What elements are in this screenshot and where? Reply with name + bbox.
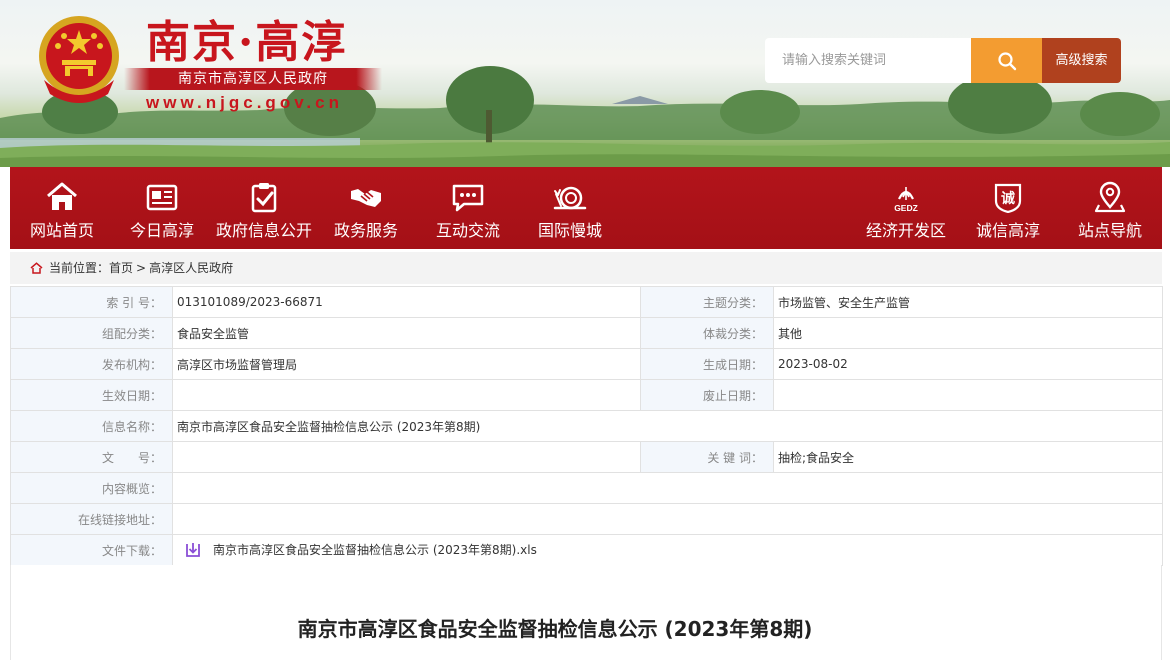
header-banner: 南京·高淳 南京市高淳区人民政府 www.njgc.gov.cn 高级搜索: [0, 0, 1170, 167]
table-row: 生效日期： 废止日期：: [10, 379, 1163, 411]
download-icon[interactable]: [185, 542, 201, 558]
nav-item-dev-zone[interactable]: GEDZ 经济开发区: [854, 167, 958, 249]
summary-value: [172, 472, 1163, 504]
snail-icon: [553, 186, 587, 210]
site-name: 南京·高淳: [146, 17, 348, 68]
search-input[interactable]: [765, 38, 971, 83]
index-no-label: 索 引 号：: [10, 286, 173, 318]
nav-item-today[interactable]: 今日高淳: [110, 167, 214, 249]
nav-item-label: 网站首页: [29, 221, 94, 240]
nav-item-label: 诚信高淳: [975, 221, 1040, 240]
handshake-icon: [351, 189, 381, 207]
table-row: 在线链接地址：: [10, 503, 1163, 535]
nav-item-interaction[interactable]: 互动交流: [416, 167, 520, 249]
expiry-date-label: 废止日期：: [640, 379, 774, 411]
created-date-value: 2023-08-02: [773, 348, 1163, 380]
keywords-value: 抽检;食品安全: [773, 441, 1163, 473]
table-row: 索 引 号： 013101089/2023-66871 主题分类： 市场监管、安…: [10, 286, 1163, 318]
nav-item-gov-info[interactable]: 政府信息公开: [212, 167, 316, 249]
publisher-label: 发布机构：: [10, 348, 173, 380]
breadcrumb-link-district-gov[interactable]: 高淳区人民政府: [149, 261, 233, 275]
info-title-value: 南京市高淳区食品安全监督抽检信息公示 (2023年第8期): [172, 410, 1163, 442]
nav-item-slow-city[interactable]: 国际慢城: [518, 167, 622, 249]
gov-name: 南京市高淳区人民政府: [124, 68, 382, 90]
summary-label: 内容概览：: [10, 472, 173, 504]
download-label: 文件下载：: [10, 534, 173, 566]
gedz-logo-text: GEDZ: [894, 203, 918, 213]
expiry-date-value: [773, 379, 1163, 411]
search-bar: 高级搜索: [765, 38, 1121, 83]
national-emblem-icon: [34, 14, 124, 106]
download-file-link[interactable]: 南京市高淳区食品安全监督抽检信息公示 (2023年第8期).xls: [213, 543, 537, 557]
home-icon: [30, 261, 43, 274]
online-link-value: [172, 503, 1163, 535]
chat-icon: [452, 184, 484, 212]
genre-label: 体裁分类：: [640, 317, 774, 349]
integrity-logo-text: 诚: [1001, 190, 1015, 207]
nav-item-label: 今日高淳: [129, 221, 194, 240]
table-row: 文件下载： 南京市高淳区食品安全监督抽检信息公示 (2023年第8期).xls: [10, 534, 1163, 566]
nav-item-label: 经济开发区: [865, 221, 946, 240]
table-row: 发布机构： 高淳区市场监督管理局 生成日期： 2023-08-02: [10, 348, 1163, 380]
publisher-value: 高淳区市场监督管理局: [172, 348, 641, 380]
main-nav: 网站首页 今日高淳 政府信息公开 政务服务 互动交流 国际慢城 GEDZ 经济开…: [10, 167, 1162, 249]
doc-no-label: 文 号：: [10, 441, 173, 473]
category-value: 食品安全监管: [172, 317, 641, 349]
topic-value: 市场监管、安全生产监管: [773, 286, 1163, 318]
search-button[interactable]: [971, 38, 1042, 83]
nav-item-label: 政务服务: [333, 221, 398, 240]
effective-date-value: [172, 379, 641, 411]
breadcrumb-link-home[interactable]: 首页: [109, 261, 133, 275]
advanced-search-button[interactable]: 高级搜索: [1042, 38, 1121, 83]
category-label: 组配分类：: [10, 317, 173, 349]
nav-item-label: 站点导航: [1077, 221, 1142, 240]
nav-item-services[interactable]: 政务服务: [314, 167, 418, 249]
doc-no-value: [172, 441, 641, 473]
checklist-icon: [251, 183, 277, 213]
effective-date-label: 生效日期：: [10, 379, 173, 411]
keywords-label: 关 键 词：: [640, 441, 774, 473]
breadcrumb: 当前位置：首页 > 高淳区人民政府: [10, 252, 1162, 284]
created-date-label: 生成日期：: [640, 348, 774, 380]
nav-item-label: 政府信息公开: [215, 221, 312, 240]
online-link-label: 在线链接地址：: [10, 503, 173, 535]
nav-item-home[interactable]: 网站首页: [10, 167, 114, 249]
breadcrumb-separator: >: [136, 261, 147, 275]
integrity-icon: 诚: [994, 183, 1022, 213]
article-title: 南京市高淳区食品安全监督抽检信息公示 (2023年第8期): [297, 617, 813, 641]
location-pin-icon: [1094, 181, 1126, 213]
gedz-logo-icon: GEDZ: [894, 187, 918, 213]
search-icon: [997, 51, 1016, 70]
table-row: 信息名称： 南京市高淳区食品安全监督抽检信息公示 (2023年第8期): [10, 410, 1163, 442]
index-no-value: 013101089/2023-66871: [172, 286, 641, 318]
table-row: 文 号： 关 键 词： 抽检;食品安全: [10, 441, 1163, 473]
news-icon: [146, 184, 178, 211]
table-row: 内容概览：: [10, 472, 1163, 504]
table-row: 组配分类： 食品安全监管 体裁分类： 其他: [10, 317, 1163, 349]
download-cell: 南京市高淳区食品安全监督抽检信息公示 (2023年第8期).xls: [172, 534, 1163, 566]
nav-item-label: 国际慢城: [537, 221, 602, 240]
nav-item-label: 互动交流: [435, 221, 500, 240]
topic-label: 主题分类：: [640, 286, 774, 318]
home-icon: [47, 182, 77, 210]
nav-item-site-nav[interactable]: 站点导航: [1058, 167, 1162, 249]
nav-item-integrity[interactable]: 诚 诚信高淳: [956, 167, 1060, 249]
info-title-label: 信息名称：: [10, 410, 173, 442]
breadcrumb-prefix: 当前位置：: [49, 261, 110, 275]
info-table: 索 引 号： 013101089/2023-66871 主题分类： 市场监管、安…: [10, 286, 1163, 566]
genre-value: 其他: [773, 317, 1163, 349]
site-url: www.njgc.gov.cn: [146, 93, 343, 112]
